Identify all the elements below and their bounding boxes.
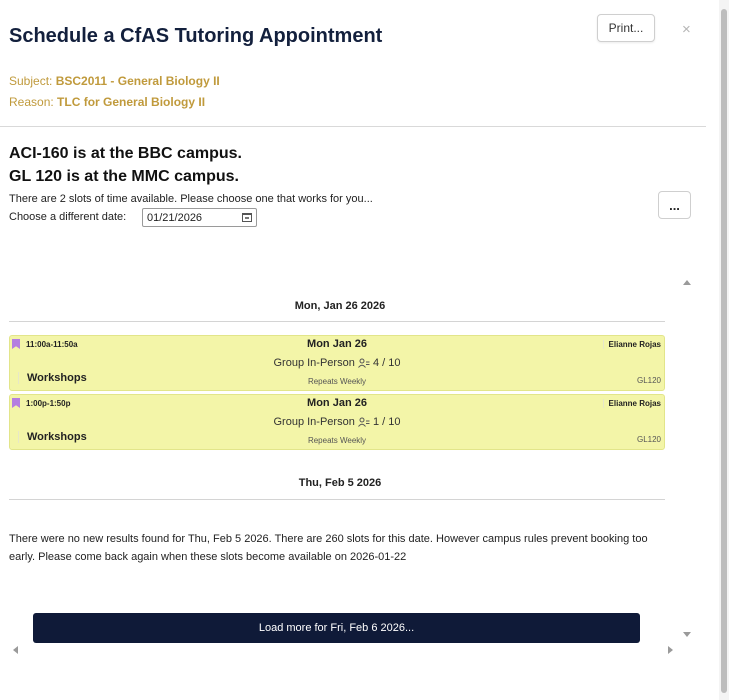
- reason-label: Reason:: [9, 95, 54, 109]
- slot-group-info: Group In-Person 4 / 10: [10, 357, 664, 369]
- slot-day: Mon Jan 26: [307, 338, 367, 350]
- slot-room: GL120: [636, 376, 661, 385]
- slot-count: 1 / 10: [372, 416, 401, 428]
- slot-repeat: Repeats Weekly: [307, 436, 367, 445]
- group-icon: [357, 358, 370, 368]
- no-results-message: There were no new results found for Thu,…: [9, 533, 648, 563]
- slot-group-info: Group In-Person 1 / 10: [10, 416, 664, 428]
- scroll-down-arrow-icon[interactable]: [683, 632, 691, 637]
- campus-note-gl: GL 120 is at the MMC campus.: [9, 168, 239, 185]
- scroll-up-arrow-icon[interactable]: [683, 280, 691, 285]
- reason-line: Reason: TLC for General Biology II: [9, 95, 205, 109]
- slots-available-text: There are 2 slots of time available. Ple…: [9, 193, 373, 205]
- campus-note-aci: ACI-160 is at the BBC campus.: [9, 145, 242, 162]
- page-scrollbar-thumb[interactable]: [721, 9, 727, 693]
- page-title: Schedule a CfAS Tutoring Appointment: [9, 25, 383, 47]
- more-options-button[interactable]: ...: [658, 191, 691, 219]
- results-panel: Mon, Jan 26 2026 11:00a-11:50a Mon Jan 2…: [0, 280, 680, 650]
- scroll-left-arrow-icon[interactable]: [13, 646, 18, 654]
- appointment-modal: Schedule a CfAS Tutoring Appointment Pri…: [0, 0, 716, 700]
- subject-label: Subject:: [9, 74, 53, 88]
- slot-tutor: Elianne Rojas: [602, 340, 661, 349]
- reason-value: TLC for General Biology II: [57, 95, 206, 109]
- date-divider: [9, 499, 665, 500]
- slot-card[interactable]: 1:00p-1:50p Mon Jan 26 Group In-Person 1…: [9, 394, 665, 450]
- scroll-right-arrow-icon[interactable]: [668, 646, 673, 654]
- date-value: 01/21/2026: [147, 211, 203, 224]
- slot-tutor: Elianne Rojas: [602, 399, 661, 408]
- close-icon[interactable]: ×: [682, 21, 691, 38]
- load-more-button[interactable]: Load more for Fri, Feb 6 2026...: [33, 613, 640, 643]
- subject-value: BSC2011 - General Biology II: [55, 74, 220, 88]
- date-divider: [9, 321, 665, 322]
- results-scrollbar[interactable]: [681, 280, 693, 637]
- slot-count: 4 / 10: [372, 357, 401, 369]
- subject-line: Subject: BSC2011 - General Biology II: [9, 74, 220, 88]
- header-divider: [0, 126, 706, 127]
- calendar-icon[interactable]: [242, 213, 252, 222]
- date-label: Choose a different date:: [9, 211, 127, 223]
- date-heading: Mon, Jan 26 2026: [294, 300, 386, 312]
- slot-room: GL120: [636, 435, 661, 444]
- slot-repeat: Repeats Weekly: [307, 377, 367, 386]
- group-icon: [357, 417, 370, 427]
- date-heading: Thu, Feb 5 2026: [298, 477, 382, 489]
- slot-day: Mon Jan 26: [307, 397, 367, 409]
- slot-mode: Group In-Person: [273, 416, 355, 428]
- date-input[interactable]: 01/21/2026: [142, 208, 257, 227]
- slot-card[interactable]: 11:00a-11:50a Mon Jan 26 Group In-Person…: [9, 335, 665, 391]
- slot-mode: Group In-Person: [273, 357, 355, 369]
- print-button[interactable]: Print...: [597, 14, 655, 42]
